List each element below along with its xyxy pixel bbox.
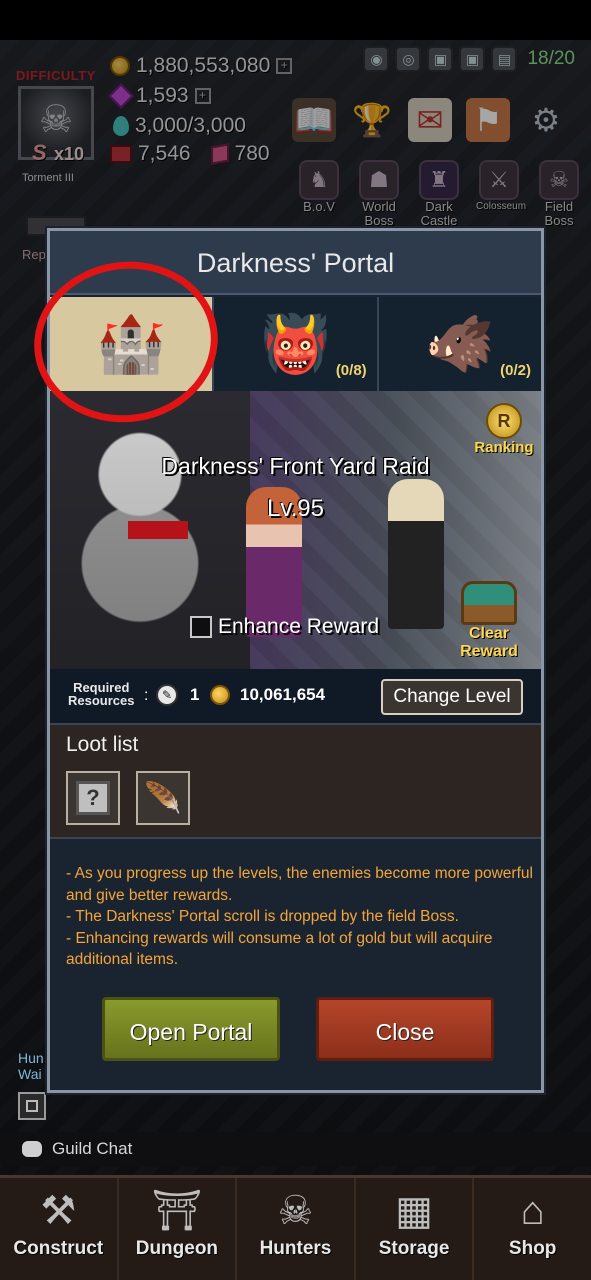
ranking-badge-icon: R — [486, 403, 522, 439]
feather-icon: 🪶 — [144, 781, 182, 815]
tab-count: (0/2) — [500, 362, 531, 379]
info-line: - As you progress up the levels, the ene… — [66, 865, 533, 904]
tab-count: (0/8) — [335, 362, 367, 379]
ranking-label: Ranking — [474, 439, 534, 456]
bottom-navigation: ⚒ Construct ⛩ Dungeon ☠ Hunters ▦ Storag… — [0, 1175, 591, 1280]
nav-storage[interactable]: ▦ Storage — [356, 1178, 475, 1280]
shop-icon: ⌂ — [520, 1189, 545, 1233]
chat-toggle-button[interactable] — [18, 1092, 46, 1120]
required-resources-row: Required Resources : ✎ 1 10,061,654 Chan… — [50, 669, 541, 725]
loot-list: Loot list ? 🪶 — [50, 725, 541, 839]
raid-name: Darkness' Front Yard Raid — [161, 453, 430, 479]
required-resources-label: Required Resources — [68, 681, 134, 707]
required-gold: 10,061,654 — [240, 685, 326, 704]
square-icon — [26, 1100, 38, 1112]
hunter-waiting-fragment: Hun Wai — [18, 1050, 44, 1082]
ranking-button[interactable]: R Ranking — [473, 403, 535, 456]
clear-reward-button[interactable]: Clear Reward — [453, 581, 525, 661]
loot-item-mystery[interactable]: ? — [66, 771, 120, 825]
guild-chat-label: Guild Chat — [52, 1139, 133, 1158]
nav-dungeon[interactable]: ⛩ Dungeon — [119, 1178, 238, 1280]
nav-label: Shop — [508, 1238, 557, 1259]
hammer-icon: ⚒ — [40, 1189, 77, 1233]
hunter-icon: ☠ — [277, 1189, 314, 1233]
tab-demon-lord[interactable]: 👹 (0/8) — [214, 297, 379, 391]
raid-banner: Darkness' Front Yard Raid Lv.95 R Rankin… — [50, 391, 541, 669]
nav-label: Hunters — [259, 1238, 332, 1259]
info-line: - The Darkness' Portal scroll is dropped… — [66, 908, 459, 925]
question-icon: ? — [76, 781, 110, 815]
nav-hunters[interactable]: ☠ Hunters — [237, 1178, 356, 1280]
chat-bubble-icon — [22, 1141, 42, 1157]
loot-items: ? 🪶 — [66, 771, 190, 825]
info-line: - Enhancing rewards will consume a lot o… — [66, 929, 493, 969]
clear-reward-label: Clear — [468, 625, 510, 642]
enhance-reward-label: Enhance Reward — [218, 615, 380, 638]
treasure-chest-icon — [461, 581, 517, 625]
req-label-line: Resources — [68, 693, 135, 708]
portal-info: - As you progress up the levels, the ene… — [66, 863, 536, 971]
guild-chat-bar[interactable]: Guild Chat — [0, 1132, 591, 1166]
nav-construct[interactable]: ⚒ Construct — [0, 1178, 119, 1280]
enhance-reward-toggle[interactable]: Enhance Reward — [190, 615, 379, 639]
req-colon: : — [144, 687, 149, 704]
required-scroll-count: 1 — [190, 685, 200, 704]
boss-visor-icon — [128, 521, 188, 539]
horned-boss-icon: 🐗 — [424, 312, 495, 375]
status-bar — [0, 0, 591, 40]
gold-coin-icon — [210, 685, 230, 705]
change-level-button[interactable]: Change Level — [381, 679, 523, 715]
nav-label: Construct — [13, 1238, 104, 1259]
clear-reward-label: Reward — [460, 643, 518, 660]
nav-shop[interactable]: ⌂ Shop — [474, 1178, 591, 1280]
demon-icon: 👹 — [260, 312, 331, 375]
nav-label: Dungeon — [135, 1238, 219, 1259]
raid-level: Lv.95 — [267, 495, 324, 522]
portal-scroll-icon: ✎ — [156, 684, 178, 706]
enhance-checkbox[interactable] — [190, 616, 212, 638]
loot-list-title: Loot list — [66, 733, 139, 756]
tab-horned-boss[interactable]: 🐗 (0/2) — [378, 297, 541, 391]
dungeon-gate-icon: ⛩ — [151, 1189, 203, 1233]
open-portal-button[interactable]: Open Portal — [102, 997, 280, 1061]
loot-item-feather[interactable]: 🪶 — [136, 771, 190, 825]
close-button[interactable]: Close — [316, 997, 494, 1061]
nav-label: Storage — [378, 1238, 450, 1259]
storage-chest-icon: ▦ — [395, 1189, 433, 1233]
